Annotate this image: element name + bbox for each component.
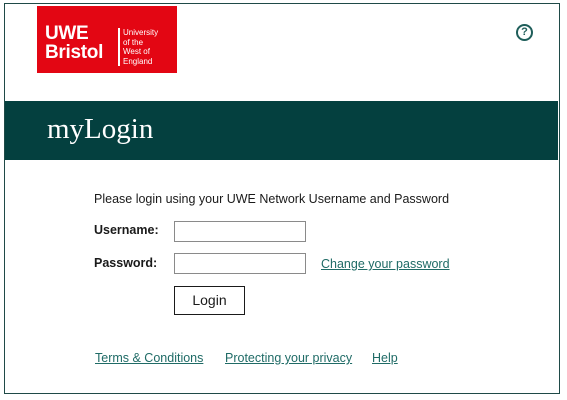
logo-university-name: University of the West of England bbox=[123, 28, 158, 66]
logo-divider bbox=[118, 28, 120, 66]
page-title: myLogin bbox=[47, 113, 154, 145]
password-input[interactable] bbox=[174, 253, 306, 274]
privacy-link[interactable]: Protecting your privacy bbox=[225, 351, 352, 365]
logo-sub-line: of the bbox=[123, 37, 144, 47]
login-instructions: Please login using your UWE Network User… bbox=[94, 192, 450, 206]
logo-sub-line: England bbox=[123, 56, 153, 66]
terms-conditions-link[interactable]: Terms & Conditions bbox=[95, 351, 203, 365]
uwe-bristol-logo[interactable]: UWE Bristol University of the West of En… bbox=[37, 6, 177, 73]
help-link[interactable]: Help bbox=[372, 351, 398, 365]
logo-sub-line: West of bbox=[123, 47, 150, 56]
logo-uwe-text: UWE bbox=[45, 23, 89, 44]
logo-bristol-text: Bristol bbox=[45, 42, 104, 63]
help-question-icon[interactable]: ? bbox=[516, 24, 533, 41]
login-button[interactable]: Login bbox=[174, 286, 245, 315]
username-input[interactable] bbox=[174, 221, 306, 242]
logo-sub-line: University bbox=[123, 28, 159, 37]
login-frame: UWE Bristol University of the West of En… bbox=[4, 3, 560, 394]
username-label: Username: bbox=[94, 223, 159, 237]
password-label: Password: bbox=[94, 256, 158, 270]
change-password-link[interactable]: Change your password bbox=[321, 257, 450, 271]
mylogin-banner: myLogin bbox=[5, 101, 558, 160]
